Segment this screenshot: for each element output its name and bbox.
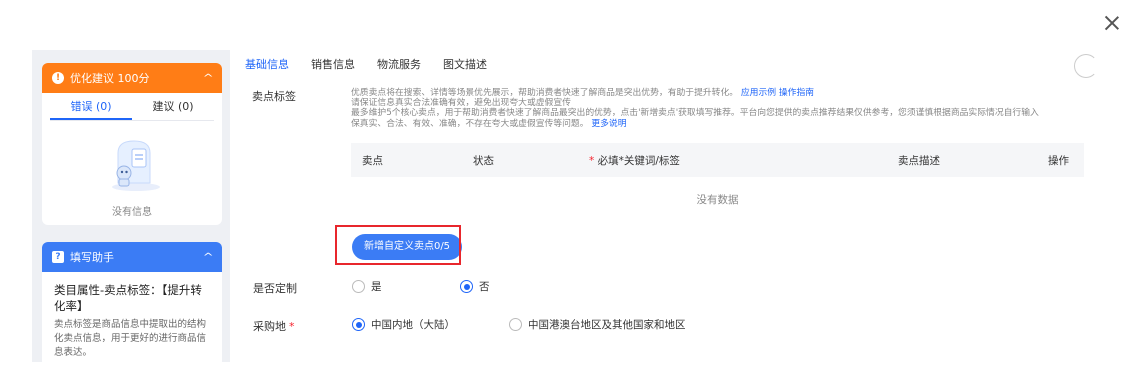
radio-circle[interactable] bbox=[352, 280, 365, 293]
tab-sales-info[interactable]: 销售信息 bbox=[300, 50, 366, 80]
empty-message: 没有信息 bbox=[112, 207, 152, 218]
guide-link[interactable]: 操作指南 bbox=[779, 88, 814, 98]
selling-points-label: 卖点标签 bbox=[252, 90, 296, 103]
radio-circle[interactable] bbox=[460, 280, 473, 293]
radio-label: 是 bbox=[371, 281, 382, 293]
purchase-overseas-radio[interactable]: 中国港澳台地区及其他国家和地区 bbox=[509, 317, 686, 332]
helper-card-header[interactable]: ? 填写助手 ^ bbox=[42, 242, 222, 272]
optimize-card-header[interactable]: ! 优化建议 100分 ^ bbox=[42, 63, 222, 93]
desc-line-4: 保真实、合法、有效、准确，不存在夸大或虚假宣传等问题。 bbox=[351, 118, 589, 129]
tab-errors[interactable]: 错误 (0) bbox=[50, 93, 132, 120]
tab-basic-info[interactable]: 基础信息 bbox=[234, 50, 300, 80]
required-mark: * bbox=[289, 320, 295, 333]
radio-label: 中国港澳台地区及其他国家和地区 bbox=[528, 319, 686, 331]
highlight-box bbox=[335, 225, 461, 265]
table-empty-message: 没有数据 bbox=[696, 194, 739, 206]
empty-illustration-icon bbox=[112, 140, 160, 191]
tab-description[interactable]: 图文描述 bbox=[432, 50, 498, 80]
chevron-up-icon[interactable]: ^ bbox=[202, 73, 213, 84]
tab-suggestions[interactable]: 建议 (0) bbox=[132, 93, 214, 120]
help-icon: ? bbox=[52, 251, 64, 263]
form-tabs: 基础信息 销售信息 物流服务 图文描述 bbox=[234, 50, 498, 80]
optimize-subtabs: 错误 (0) 建议 (0) bbox=[50, 93, 214, 121]
alert-icon: ! bbox=[52, 72, 64, 84]
scroll-indicator-icon bbox=[1074, 54, 1098, 78]
chevron-up-icon[interactable]: ^ bbox=[202, 252, 213, 263]
col-keyword: * 必填*关键词/标签 bbox=[589, 153, 680, 168]
radio-label: 中国内地（大陆） bbox=[371, 319, 455, 331]
radio-circle[interactable] bbox=[509, 318, 522, 331]
radio-label: 否 bbox=[479, 281, 490, 293]
customized-no-radio[interactable]: 否 bbox=[460, 279, 490, 294]
col-description: 卖点描述 bbox=[898, 155, 940, 167]
selling-points-description: 优质卖点将在搜索、详情等场景优先展示，帮助消费者快速了解商品是突出优势，有助于提… bbox=[351, 88, 1086, 129]
optimize-suggestion-card: ! 优化建议 100分 ^ 错误 (0) 建议 (0) 没有信息 bbox=[42, 63, 222, 225]
col-point: 卖点 bbox=[362, 155, 383, 167]
helper-attr-title: 类目属性-卖点标签：【提升转化率】 bbox=[54, 283, 202, 313]
desc-line-3: 最多维护5个核心卖点，用于帮助消费者快速了解商品最突出的优势，点击'新增卖点'获… bbox=[351, 108, 1039, 119]
desc-line-2: 请保证信息真实合法准确有效，避免出现夸大或虚假宣传 bbox=[351, 98, 571, 109]
col-keyword-text: 必填*关键词/标签 bbox=[597, 155, 680, 167]
product-edit-dialog: ! 优化建议 100分 ^ 错误 (0) 建议 (0) 没有信息 ? 填写助手 … bbox=[0, 0, 1147, 391]
radio-circle[interactable] bbox=[352, 318, 365, 331]
purchase-place-label: 采购地 * bbox=[253, 318, 295, 334]
optimize-title: 优化建议 100分 bbox=[70, 72, 150, 85]
example-link[interactable]: 应用示例 bbox=[741, 88, 776, 98]
helper-attr-body: 卖点标签是商品信息中提取出的结构化卖点信息，用于更好的进行商品信息表达。 bbox=[54, 319, 207, 358]
purchase-mainland-radio[interactable]: 中国内地（大陆） bbox=[352, 317, 455, 332]
purchase-place-text: 采购地 bbox=[253, 320, 286, 333]
required-star: * bbox=[589, 155, 595, 167]
col-status: 状态 bbox=[473, 155, 494, 167]
helper-title: 填写助手 bbox=[70, 251, 114, 264]
desc-line-1: 优质卖点将在搜索、详情等场景优先展示，帮助消费者快速了解商品是突出优势，有助于提… bbox=[351, 88, 739, 98]
col-action: 操作 bbox=[1048, 155, 1069, 167]
close-icon[interactable] bbox=[1100, 12, 1124, 36]
customized-label: 是否定制 bbox=[253, 282, 297, 295]
more-info-link[interactable]: 更多说明 bbox=[591, 119, 626, 129]
customized-yes-radio[interactable]: 是 bbox=[352, 279, 382, 294]
selling-points-table-header: 卖点 状态 * 必填*关键词/标签 卖点描述 操作 bbox=[351, 143, 1084, 177]
tab-logistics[interactable]: 物流服务 bbox=[366, 50, 432, 80]
fill-helper-card: ? 填写助手 ^ 类目属性-卖点标签：【提升转化率】 卖点标签是商品信息中提取出… bbox=[42, 242, 222, 367]
